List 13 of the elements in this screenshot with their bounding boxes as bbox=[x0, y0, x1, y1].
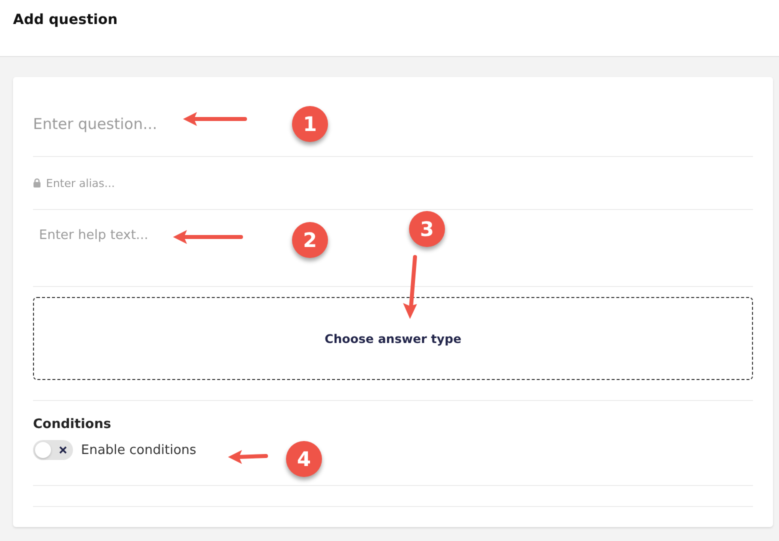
arrow-icon bbox=[173, 229, 243, 245]
lock-icon bbox=[33, 178, 41, 188]
arrow-icon bbox=[183, 111, 247, 127]
answer-type-dropzone[interactable]: Choose answer type bbox=[33, 297, 753, 380]
toggle-switch[interactable] bbox=[33, 440, 73, 460]
help-text-field[interactable]: Enter help text... bbox=[39, 228, 289, 243]
conditions-heading: Conditions bbox=[33, 417, 112, 432]
arrow-icon bbox=[400, 255, 420, 321]
close-icon bbox=[59, 446, 67, 454]
page-title: Add question bbox=[13, 12, 118, 28]
alias-field[interactable]: Enter alias... bbox=[46, 176, 246, 190]
arrow-icon bbox=[228, 449, 268, 465]
toggle-label: Enable conditions bbox=[81, 442, 196, 458]
